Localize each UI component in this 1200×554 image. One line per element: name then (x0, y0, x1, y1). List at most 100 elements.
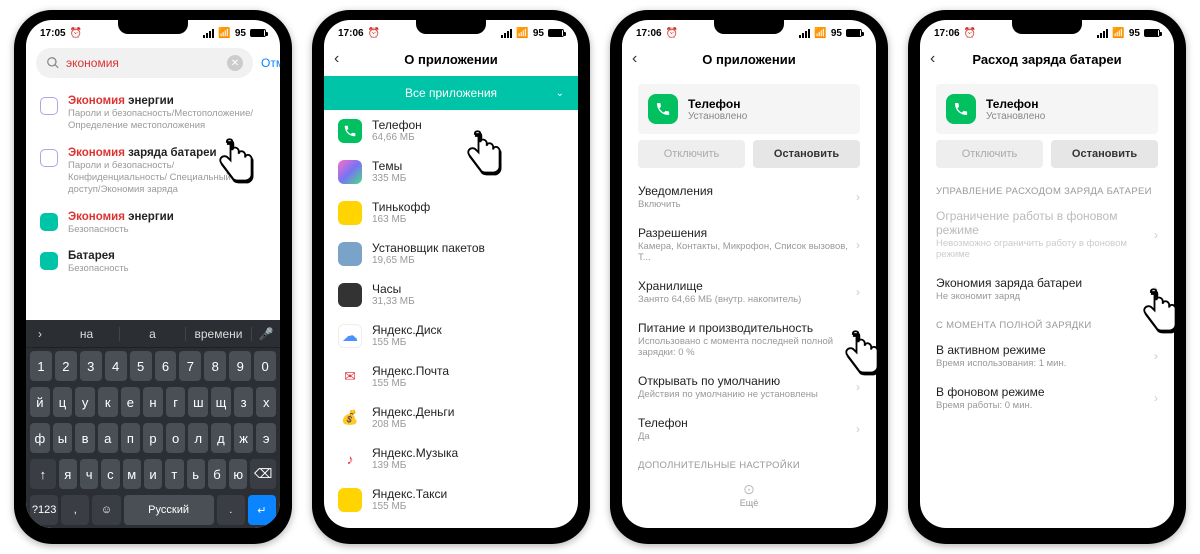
result-item[interactable]: Экономия заряда батареиПароли и безопасн… (26, 140, 280, 204)
key-с[interactable]: с (101, 459, 119, 489)
key-ю[interactable]: ю (229, 459, 247, 489)
result-item[interactable]: Экономия энергииПароли и безопасность/Ме… (26, 88, 280, 140)
app-item[interactable]: ✉Яндекс.Почта155 МБ (324, 356, 578, 397)
key-3[interactable]: 3 (80, 351, 102, 381)
key-ы[interactable]: ы (53, 423, 73, 453)
key-emoji[interactable]: ☺ (92, 495, 120, 525)
setting-row[interactable]: ТелефонДа› (622, 408, 876, 450)
setting-row[interactable]: Питание и производительностьИспользовано… (622, 313, 876, 366)
cancel-link[interactable]: Отмена (261, 56, 280, 70)
setting-row[interactable]: Открывать по умолчаниюДействия по умолча… (622, 366, 876, 408)
apps-list[interactable]: Телефон64,66 МБТемы335 МБТинькофф163 МБУ… (324, 110, 578, 520)
setting-bg-time[interactable]: В фоновом режимеВремя работы: 0 мин.› (920, 377, 1174, 419)
stop-button[interactable]: Остановить (1051, 140, 1158, 168)
result-item[interactable]: Экономия энергииБезопасность (26, 204, 280, 243)
key-⌫[interactable]: ⌫ (250, 459, 276, 489)
setting-battery-saver[interactable]: Экономия заряда батареиНе экономит заряд… (920, 268, 1174, 310)
app-item[interactable]: Темы335 МБ (324, 151, 578, 192)
more-button[interactable]: ⊙Ещё (622, 475, 876, 518)
key-4[interactable]: 4 (105, 351, 127, 381)
back-icon[interactable]: ‹ (930, 50, 935, 68)
key-й[interactable]: й (30, 387, 50, 417)
key-ф[interactable]: ф (30, 423, 50, 453)
key-б[interactable]: б (208, 459, 226, 489)
key-т[interactable]: т (165, 459, 183, 489)
setting-row[interactable]: РазрешенияКамера, Контакты, Микрофон, Сп… (622, 218, 876, 271)
key-ш[interactable]: ш (188, 387, 208, 417)
clear-icon[interactable]: ✕ (227, 55, 243, 71)
suggestion[interactable]: а (120, 327, 186, 341)
mic-icon[interactable]: 🎤 (252, 327, 280, 341)
key-ч[interactable]: ч (80, 459, 98, 489)
key-м[interactable]: м (123, 459, 141, 489)
button-row: Отключить Остановить (920, 140, 1174, 176)
app-item[interactable]: Тинькофф163 МБ (324, 192, 578, 233)
key-х[interactable]: х (256, 387, 276, 417)
search-field[interactable]: ✕ (36, 48, 253, 78)
disable-button[interactable]: Отключить (936, 140, 1043, 168)
key-8[interactable]: 8 (204, 351, 226, 381)
key-л[interactable]: л (188, 423, 208, 453)
key-у[interactable]: у (75, 387, 95, 417)
search-input[interactable] (66, 56, 221, 70)
key-dot[interactable]: . (217, 495, 245, 525)
key-р[interactable]: р (143, 423, 163, 453)
app-item[interactable]: Яндекс.Такси155 МБ (324, 479, 578, 520)
key-comma[interactable]: , (61, 495, 89, 525)
app-item[interactable]: Часы31,33 МБ (324, 274, 578, 315)
setting-bg-restrict[interactable]: Ограничение работы в фоновом режимеНевоз… (920, 201, 1174, 268)
key-space[interactable]: Русский (124, 495, 214, 525)
key-↑[interactable]: ↑ (30, 459, 56, 489)
key-щ[interactable]: щ (211, 387, 231, 417)
key-5[interactable]: 5 (130, 351, 152, 381)
back-icon[interactable]: ‹ (632, 50, 637, 68)
suggestion[interactable]: на (54, 327, 120, 341)
key-enter[interactable]: ↵ (248, 495, 276, 525)
key-н[interactable]: н (143, 387, 163, 417)
key-ж[interactable]: ж (234, 423, 254, 453)
key-е[interactable]: е (121, 387, 141, 417)
setting-row[interactable]: УведомленияВключить› (622, 176, 876, 218)
app-item[interactable]: Телефон64,66 МБ (324, 110, 578, 151)
key-1[interactable]: 1 (30, 351, 52, 381)
key-п[interactable]: п (121, 423, 141, 453)
chevron-right-icon: › (856, 422, 860, 436)
key-9[interactable]: 9 (229, 351, 251, 381)
key-ь[interactable]: ь (187, 459, 205, 489)
result-item[interactable]: БатареяБезопасность (26, 243, 280, 282)
stop-button[interactable]: Остановить (753, 140, 860, 168)
app-item[interactable]: 💰Яндекс.Деньги208 МБ (324, 397, 578, 438)
setting-row[interactable]: ХранилищеЗанято 64,66 МБ (внутр. накопит… (622, 271, 876, 313)
key-я[interactable]: я (59, 459, 77, 489)
key-и[interactable]: и (144, 459, 162, 489)
key-а[interactable]: а (98, 423, 118, 453)
app-icon (338, 488, 362, 512)
section-label: ДОПОЛНИТЕЛЬНЫЕ НАСТРОЙКИ (622, 450, 876, 475)
app-item[interactable]: Установщик пакетов19,65 МБ (324, 233, 578, 274)
key-г[interactable]: г (166, 387, 186, 417)
key-ц[interactable]: ц (53, 387, 73, 417)
key-7[interactable]: 7 (179, 351, 201, 381)
key-symbols[interactable]: ?123 (30, 495, 58, 525)
key-д[interactable]: д (211, 423, 231, 453)
app-card: ТелефонУстановлено (638, 84, 860, 134)
key-э[interactable]: э (256, 423, 276, 453)
suggestion[interactable]: времени (186, 327, 252, 341)
back-icon[interactable]: ‹ (334, 50, 339, 68)
chevron-right-icon: › (1154, 228, 1158, 242)
keyboard[interactable]: › на а времени 🎤 1234567890 йцукенгшщзх … (26, 320, 280, 528)
kbd-row-4: ↑ячсмитьбю⌫ (26, 456, 280, 492)
key-о[interactable]: о (166, 423, 186, 453)
setting-active-time[interactable]: В активном режимеВремя использования: 1 … (920, 335, 1174, 377)
disable-button[interactable]: Отключить (638, 140, 745, 168)
key-2[interactable]: 2 (55, 351, 77, 381)
key-0[interactable]: 0 (254, 351, 276, 381)
expand-icon[interactable]: › (26, 327, 54, 341)
key-з[interactable]: з (234, 387, 254, 417)
app-item[interactable]: ☁Яндекс.Диск155 МБ (324, 315, 578, 356)
apps-filter-dropdown[interactable]: Все приложения ⌄ (324, 76, 578, 110)
app-item[interactable]: ♪Яндекс.Музыка139 МБ (324, 438, 578, 479)
key-в[interactable]: в (75, 423, 95, 453)
key-6[interactable]: 6 (155, 351, 177, 381)
key-к[interactable]: к (98, 387, 118, 417)
